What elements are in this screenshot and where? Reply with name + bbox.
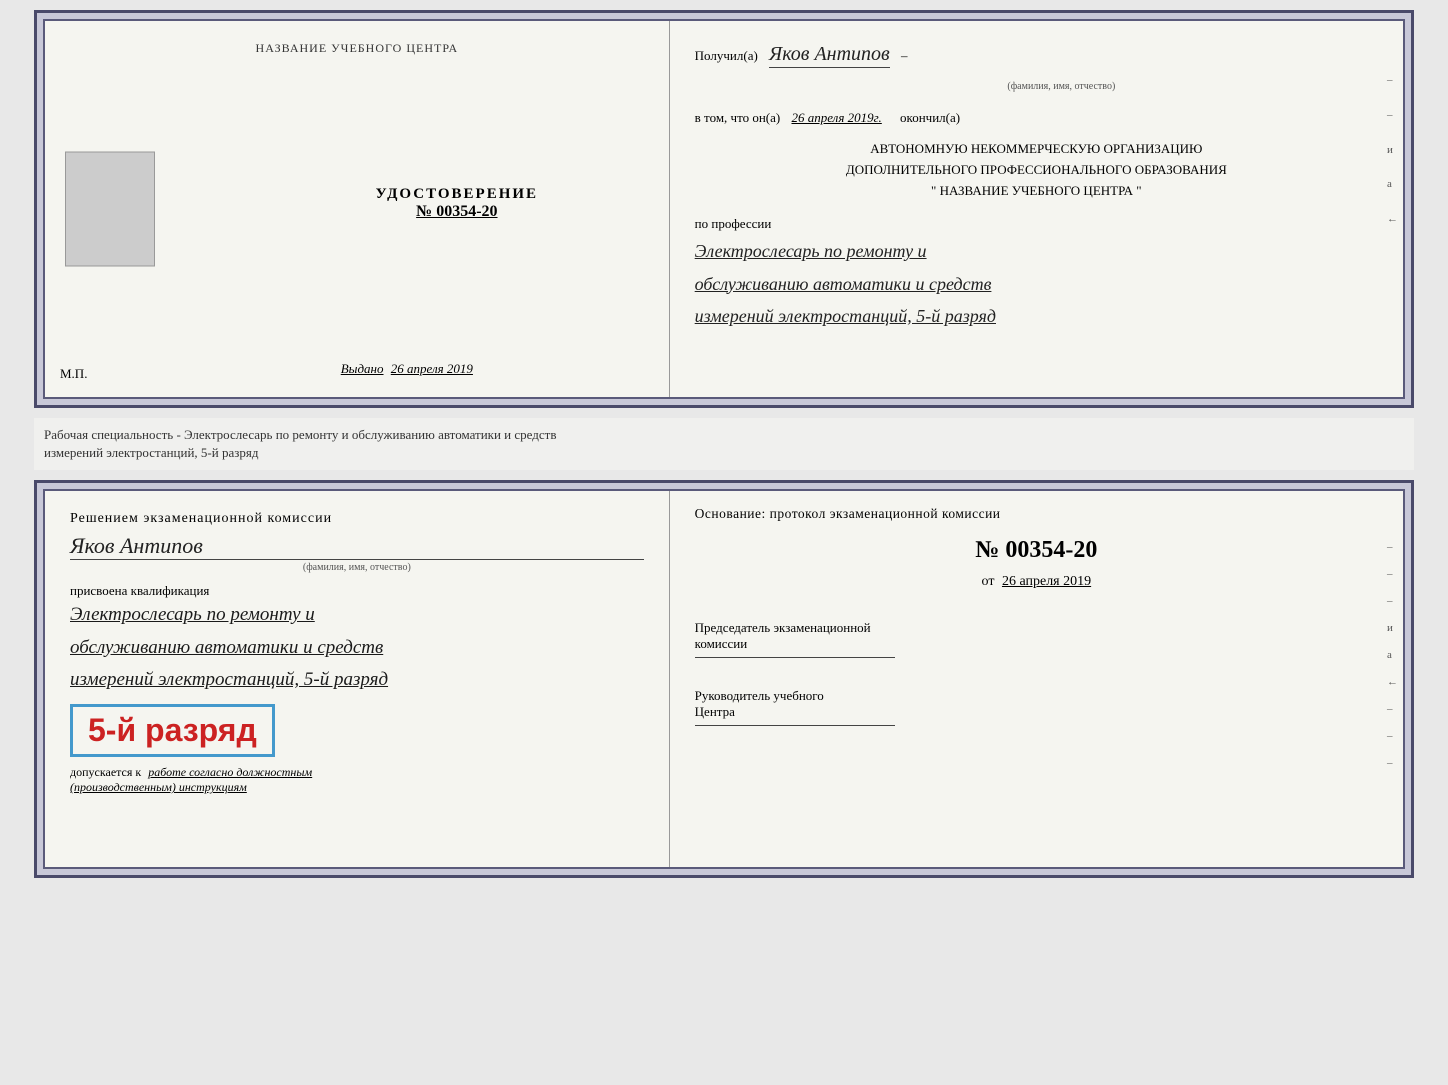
in-that-label: в том, что он(а) xyxy=(695,110,781,125)
qual-line1: Электрослесарь по ремонту и xyxy=(70,599,644,631)
cert-number: № 00354-20 xyxy=(376,203,539,221)
in-that-row: в том, что он(а) 26 апреля 2019г. окончи… xyxy=(695,106,1378,129)
completed-date: 26 апреля 2019г. xyxy=(791,110,881,125)
decision-label: Решением экзаменационной комиссии xyxy=(70,511,644,527)
chairman-line1: Председатель экзаменационной xyxy=(695,620,1378,636)
side-marks-bottom: –––иа←––– xyxy=(1387,541,1398,769)
qualification-label: присвоена квалификация xyxy=(70,583,644,599)
rank-box: 5-й разряд xyxy=(70,704,275,757)
top-center-title: НАЗВАНИЕ УЧЕБНОГО ЦЕНТРА xyxy=(256,41,459,56)
top-document-inner: НАЗВАНИЕ УЧЕБНОГО ЦЕНТРА УДОСТОВЕРЕНИЕ №… xyxy=(43,19,1405,399)
bottom-right-panel: Основание: протокол экзаменационной коми… xyxy=(670,491,1403,867)
basis-label: Основание: протокол экзаменационной коми… xyxy=(695,506,1378,522)
director-signature xyxy=(695,725,895,726)
top-left-panel: НАЗВАНИЕ УЧЕБНОГО ЦЕНТРА УДОСТОВЕРЕНИЕ №… xyxy=(45,21,670,397)
received-row: Получил(а) Яков Антипов – xyxy=(695,36,1378,72)
qual-line2: обслуживанию автоматики и средств xyxy=(70,632,644,664)
director-block: Руководитель учебного Центра xyxy=(695,688,1378,726)
допускается-prefix: допускается к xyxy=(70,765,141,779)
fio-sublabel-bottom: (фамилия, имя, отчество) xyxy=(70,562,644,573)
cert-issued: Выдано 26 апреля 2019 xyxy=(341,361,473,377)
rank-text: 5-й разряд xyxy=(88,712,257,748)
org-line2: ДОПОЛНИТЕЛЬНОГО ПРОФЕССИОНАЛЬНОГО ОБРАЗО… xyxy=(695,160,1378,181)
chairman-line2: комиссии xyxy=(695,636,1378,652)
basis-number: № 00354-20 xyxy=(695,537,1378,564)
profession-line2: обслуживанию автоматики и средств xyxy=(695,268,1378,300)
side-marks-top: ––иа← xyxy=(1387,71,1398,230)
top-right-panel: Получил(а) Яков Антипов – (фамилия, имя,… xyxy=(670,21,1403,397)
top-document: НАЗВАНИЕ УЧЕБНОГО ЦЕНТРА УДОСТОВЕРЕНИЕ №… xyxy=(34,10,1414,408)
chairman-block: Председатель экзаменационной комиссии xyxy=(695,620,1378,658)
org-line1: АВТОНОМНУЮ НЕКОММЕРЧЕСКУЮ ОРГАНИЗАЦИЮ xyxy=(695,139,1378,160)
profession-line3: измерений электростанций, 5-й разряд xyxy=(695,300,1378,332)
instructions-text: (производственным) инструкциям xyxy=(70,780,644,795)
person-name-bottom: Яков Антипов xyxy=(70,533,644,560)
person-name-top: Яков Антипов xyxy=(769,43,890,68)
director-line2: Центра xyxy=(695,704,1378,720)
chairman-signature xyxy=(695,657,895,658)
profession-label: по профессии xyxy=(695,212,1378,235)
qual-line3: измерений электростанций, 5-й разряд xyxy=(70,664,644,696)
bottom-document-inner: Решением экзаменационной комиссии Яков А… xyxy=(43,489,1405,869)
mp-label: М.П. xyxy=(60,366,87,382)
date-prefix: от xyxy=(982,574,995,589)
org-block: АВТОНОМНУЮ НЕКОММЕРЧЕСКУЮ ОРГАНИЗАЦИЮ ДО… xyxy=(695,139,1378,201)
issued-date: 26 апреля 2019 xyxy=(391,361,473,376)
completed-label: окончил(а) xyxy=(900,110,960,125)
cert-title: УДОСТОВЕРЕНИЕ xyxy=(376,186,539,203)
profession-line1: Электрослесарь по ремонту и xyxy=(695,235,1378,267)
bottom-document: Решением экзаменационной комиссии Яков А… xyxy=(34,480,1414,878)
separator-text: Рабочая специальность - Электрослесарь п… xyxy=(34,418,1414,470)
director-line1: Руководитель учебного xyxy=(695,688,1378,704)
basis-date: от 26 апреля 2019 xyxy=(695,574,1378,590)
date-value: 26 апреля 2019 xyxy=(1002,574,1091,589)
org-line3: " НАЗВАНИЕ УЧЕБНОГО ЦЕНТРА " xyxy=(695,181,1378,202)
issued-label: Выдано xyxy=(341,361,384,376)
fio-sublabel-top: (фамилия, имя, отчество) xyxy=(745,78,1378,96)
photo-placeholder xyxy=(65,152,155,267)
допускается-text: работе согласно должностным xyxy=(148,765,312,779)
bottom-left-panel: Решением экзаменационной комиссии Яков А… xyxy=(45,491,670,867)
profession-block: по профессии Электрослесарь по ремонту и… xyxy=(695,212,1378,333)
received-label: Получил(а) xyxy=(695,48,758,63)
допускается-block: допускается к работе согласно должностны… xyxy=(70,765,644,780)
